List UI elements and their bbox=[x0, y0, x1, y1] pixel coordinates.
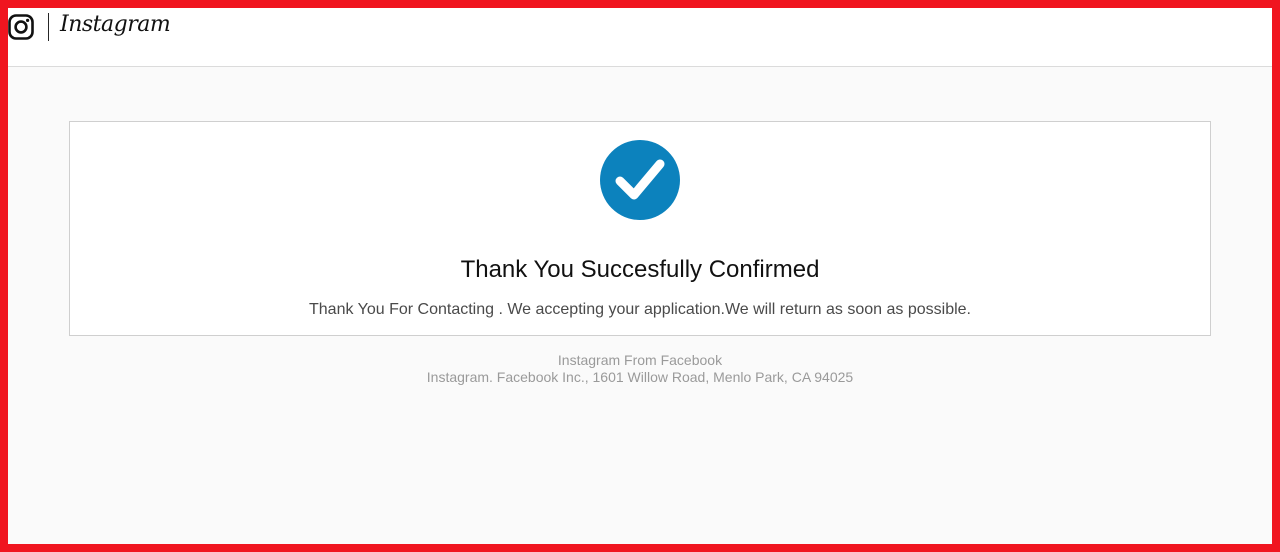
footer-line-address: Instagram. Facebook Inc., 1601 Willow Ro… bbox=[426, 369, 854, 385]
checkmark-circle-icon bbox=[600, 140, 680, 220]
instagram-glyph-icon[interactable] bbox=[8, 14, 34, 40]
page-footer: Instagram From Facebook Instagram. Faceb… bbox=[0, 352, 1280, 386]
footer-line-brand: Instagram From Facebook bbox=[557, 352, 723, 368]
top-navigation-bar: Instagram bbox=[0, 0, 1280, 67]
confirmation-message: Thank You For Contacting . We accepting … bbox=[309, 301, 971, 318]
brand-divider bbox=[48, 13, 49, 41]
confirmation-title: Thank You Succesfully Confirmed bbox=[460, 256, 820, 283]
instagram-wordmark[interactable]: Instagram bbox=[60, 12, 171, 37]
confirmation-card: Thank You Succesfully Confirmed Thank Yo… bbox=[69, 121, 1211, 336]
